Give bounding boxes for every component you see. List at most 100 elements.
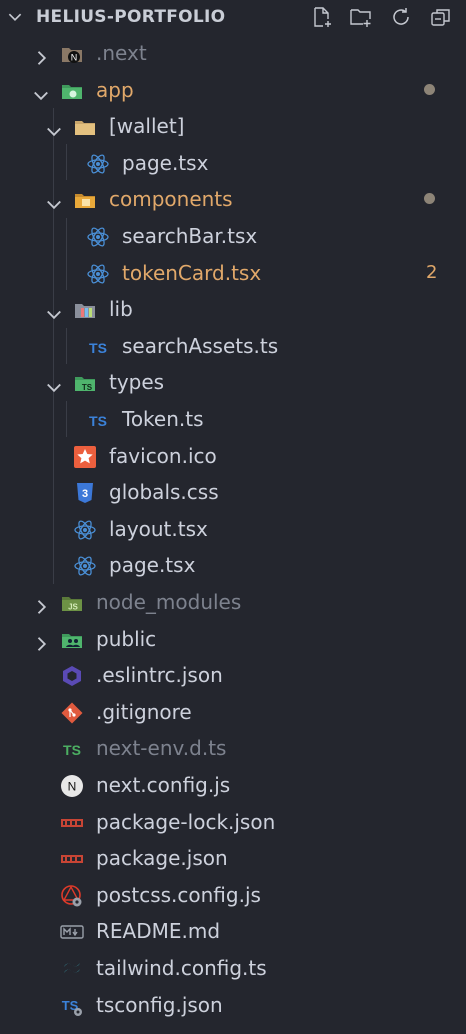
tree-folder-row[interactable]: N .next <box>0 35 466 71</box>
tree-item-label: tailwind.config.ts <box>96 956 267 980</box>
tree-item-label: types <box>109 370 165 395</box>
tree-folder-row[interactable]: lib <box>0 291 466 327</box>
tree-item-label: .eslintrc.json <box>96 663 223 688</box>
tree-file-row[interactable]: page.tsx <box>0 145 466 181</box>
modified-dot-icon <box>424 193 435 205</box>
tree-item-label: tsconfig.json <box>96 992 223 1017</box>
tree-folder-row[interactable]: app <box>0 72 466 108</box>
tree-file-row[interactable]: TS searchAssets.ts <box>0 328 466 364</box>
tree-folder-row[interactable]: public <box>0 621 466 657</box>
tree-item-label: .next <box>96 41 147 65</box>
explorer-header: HELIUS-PORTFOLIO <box>0 0 466 34</box>
tree-item-label: favicon.ico <box>109 443 217 468</box>
npm-icon <box>60 810 84 834</box>
collapse-all-button[interactable] <box>429 5 453 29</box>
tree-item-label: globals.css <box>109 480 219 505</box>
svg-text:N: N <box>71 53 78 63</box>
tree-folder-row[interactable]: JS node_modules <box>0 584 466 620</box>
chevron-down-icon[interactable] <box>44 116 64 137</box>
tree-folder-row[interactable]: [wallet] <box>0 108 466 144</box>
modified-dot-icon <box>424 83 435 95</box>
tree-file-row[interactable]: README.md <box>0 913 466 949</box>
tree-file-row[interactable]: favicon.ico <box>0 438 466 474</box>
postcss-icon <box>60 883 84 907</box>
typescript-icon: TS <box>86 334 110 358</box>
svg-text:JS: JS <box>68 603 78 612</box>
chevron-down-icon[interactable] <box>44 189 64 210</box>
tree-file-row[interactable]: TS Token.ts <box>0 401 466 437</box>
tree-file-row[interactable]: page.tsx <box>0 547 466 583</box>
tree-item-label: .gitignore <box>96 699 192 724</box>
chevron-down-icon[interactable] <box>31 80 51 100</box>
tree-item-label: lib <box>109 297 133 322</box>
tree-file-row[interactable]: TS tsconfig.json <box>0 987 466 1023</box>
tree-file-row[interactable]: package.json <box>0 840 466 876</box>
tree-folder-row[interactable]: components <box>0 181 466 217</box>
types-folder-icon: TS <box>73 370 97 394</box>
tree-item-label: next-env.d.ts <box>96 736 227 761</box>
svg-text:TS: TS <box>63 742 81 758</box>
tree-item-label: components <box>109 187 233 212</box>
refresh-icon <box>393 8 409 25</box>
tree-file-row[interactable]: tokenCard.tsx 2 <box>0 255 466 291</box>
public-folder-icon <box>60 627 84 651</box>
tree-item-label: page.tsx <box>109 553 196 578</box>
tsconfig-icon: TS <box>60 993 84 1017</box>
svg-text:3: 3 <box>82 488 88 500</box>
tree-file-row[interactable]: postcss.config.js <box>0 877 466 913</box>
tree-item-label: searchBar.tsx <box>122 224 258 248</box>
explorer-title[interactable]: HELIUS-PORTFOLIO <box>36 7 225 27</box>
tree-item-label: node_modules <box>96 590 242 614</box>
tree-file-row[interactable]: package-lock.json <box>0 804 466 840</box>
tree-item-label: [wallet] <box>109 114 185 139</box>
new-folder-button[interactable] <box>349 5 373 29</box>
tree-item-label: tokenCard.tsx <box>122 260 262 285</box>
app-folder-icon <box>60 78 84 102</box>
svg-text:TS: TS <box>82 383 93 392</box>
tailwind-icon <box>60 956 84 980</box>
tree-file-row[interactable]: tailwind.config.ts <box>0 950 466 986</box>
favicon-icon <box>73 444 97 468</box>
tree-item-label: layout.tsx <box>109 516 208 541</box>
react-icon <box>86 151 110 175</box>
npm-icon <box>60 846 84 870</box>
chevron-down-icon[interactable] <box>44 372 64 393</box>
new-file-button[interactable] <box>310 5 334 29</box>
git-icon <box>60 700 84 724</box>
css-icon: 3 <box>73 480 97 504</box>
tree-file-row[interactable]: 3 globals.css <box>0 474 466 510</box>
chevron-right-icon[interactable] <box>31 592 51 614</box>
tree-item-label: app <box>96 77 134 102</box>
tree-item-label: searchAssets.ts <box>122 333 279 358</box>
tree-item-label: next.config.js <box>96 773 231 797</box>
svg-text:N: N <box>68 780 77 794</box>
react-icon <box>86 261 110 285</box>
new-file-icon <box>314 7 331 27</box>
tree-file-row[interactable]: TS next-env.d.ts <box>0 730 466 766</box>
problem-count-badge: 2 <box>426 261 438 283</box>
next-icon: N <box>60 773 84 797</box>
chevron-right-icon[interactable] <box>31 629 51 651</box>
svg-text:TS: TS <box>89 340 107 356</box>
folder-icon <box>73 114 97 138</box>
tree-file-row[interactable]: .eslintrc.json <box>0 657 466 693</box>
lib-folder-icon <box>73 297 97 321</box>
chevron-down-icon[interactable] <box>6 8 24 26</box>
tree-item-label: package-lock.json <box>96 809 276 834</box>
tree-file-row[interactable]: .gitignore <box>0 694 466 730</box>
react-icon <box>73 517 97 541</box>
tree-item-label: package.json <box>96 846 228 871</box>
chevron-right-icon[interactable] <box>31 43 51 65</box>
refresh-button[interactable] <box>389 5 413 29</box>
tree-folder-row[interactable]: TS types <box>0 364 466 400</box>
tree-file-row[interactable]: searchBar.tsx <box>0 218 466 254</box>
tree-file-row[interactable]: layout.tsx <box>0 511 466 547</box>
eslint-icon <box>60 663 84 687</box>
react-icon <box>73 553 97 577</box>
components-folder-icon <box>73 187 97 211</box>
chevron-down-icon[interactable] <box>44 299 64 320</box>
tree-file-row[interactable]: Nnext.config.js <box>0 767 466 803</box>
new-folder-icon <box>350 9 371 27</box>
typescript-icon: TS <box>86 407 110 431</box>
react-icon <box>86 224 110 248</box>
